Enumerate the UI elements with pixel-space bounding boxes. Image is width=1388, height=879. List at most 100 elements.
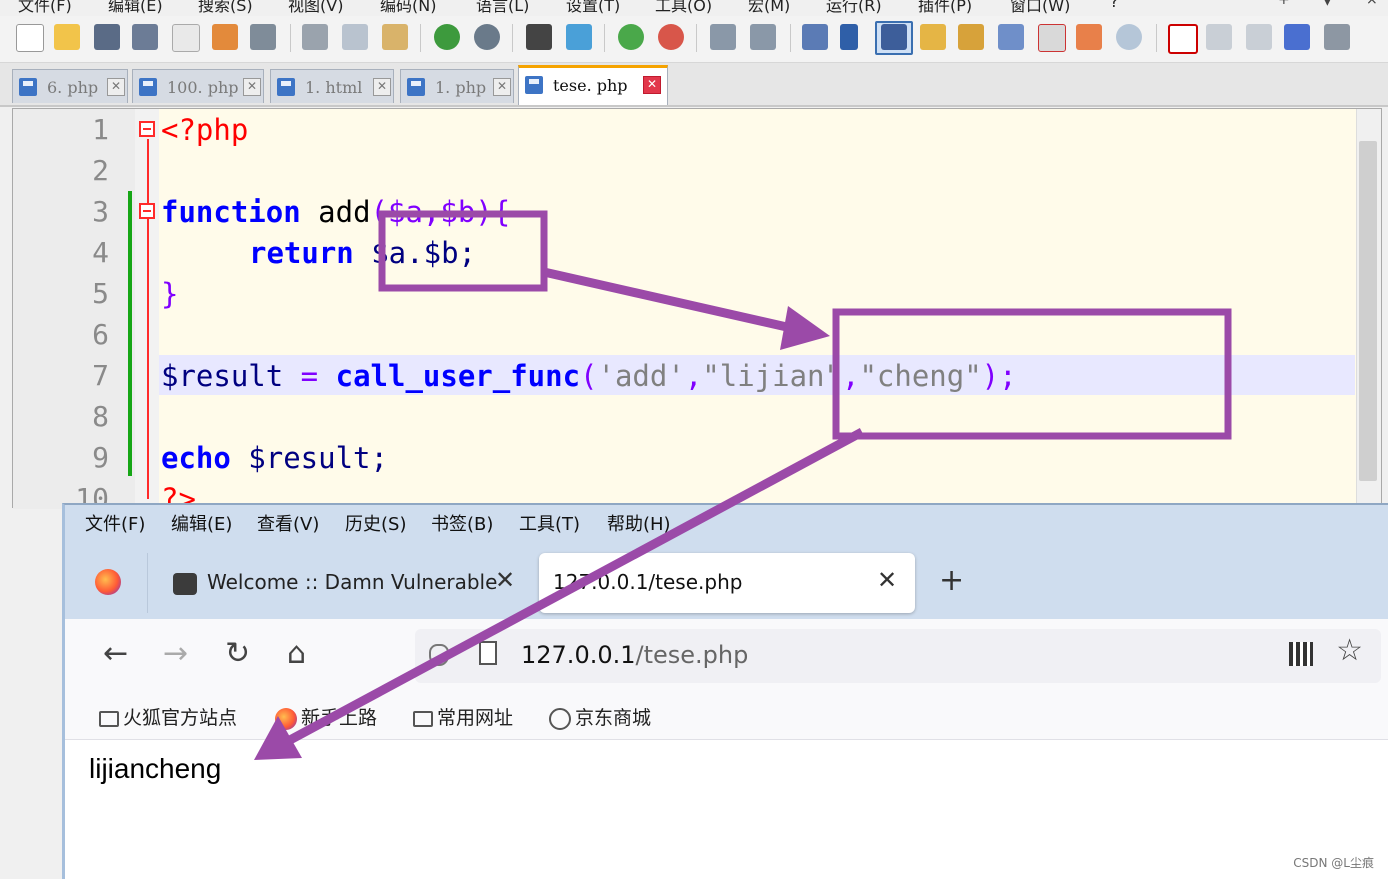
npp-menu-encoding[interactable]: 编码(N) bbox=[380, 0, 436, 16]
fold-collapse-icon[interactable] bbox=[139, 121, 155, 137]
forward-icon[interactable]: → bbox=[163, 639, 188, 669]
code-editor[interactable]: 1 2 3 4 5 6 7 8 9 10 <?php function add(… bbox=[12, 108, 1382, 516]
shield-icon[interactable] bbox=[429, 644, 449, 666]
close-tab-icon[interactable]: ✕ bbox=[243, 78, 261, 96]
ff-menu-edit[interactable]: 编辑(E) bbox=[171, 510, 232, 536]
close-tab-icon[interactable]: ✕ bbox=[373, 78, 391, 96]
sync-vertical-icon[interactable] bbox=[710, 24, 736, 50]
folder-icon[interactable] bbox=[1076, 24, 1102, 50]
file-tab-label: 1. html bbox=[305, 78, 363, 97]
scrollbar-thumb[interactable] bbox=[1359, 141, 1377, 481]
ff-menu-history[interactable]: 历史(S) bbox=[345, 510, 406, 536]
toolbar-separator bbox=[420, 24, 421, 52]
npp-menu-edit[interactable]: 编辑(E) bbox=[108, 0, 163, 16]
bookmark-jd[interactable]: 京东商城 bbox=[549, 703, 651, 730]
npp-menu-help[interactable]: ? bbox=[1110, 0, 1119, 11]
tab-dvwa[interactable]: Welcome :: Damn Vulnerable ✕ bbox=[153, 553, 533, 613]
file-tab-100-php[interactable]: 100. php ✕ bbox=[132, 69, 264, 103]
sync-horizontal-icon[interactable] bbox=[750, 24, 776, 50]
reload-icon[interactable]: ↻ bbox=[225, 639, 250, 669]
record-macro-icon[interactable] bbox=[1168, 24, 1198, 54]
open-file-icon[interactable] bbox=[54, 24, 80, 50]
save-all-icon[interactable] bbox=[132, 24, 158, 50]
udl-icon[interactable] bbox=[920, 24, 946, 50]
bookmark-common-sites[interactable]: 常用网址 bbox=[413, 703, 513, 730]
bookmark-label: 京东商城 bbox=[575, 707, 652, 729]
ff-menu-help[interactable]: 帮助(H) bbox=[607, 510, 671, 536]
npp-menu-plugins[interactable]: 插件(P) bbox=[918, 0, 972, 16]
find-icon[interactable] bbox=[526, 24, 552, 50]
copy-icon[interactable] bbox=[342, 24, 368, 50]
cut-icon[interactable] bbox=[302, 24, 328, 50]
npp-menu-macro[interactable]: 宏(M) bbox=[748, 0, 790, 16]
line-number: 9 bbox=[92, 441, 109, 474]
ff-menu-view[interactable]: 查看(V) bbox=[257, 510, 319, 536]
save-macro-icon[interactable] bbox=[1324, 24, 1350, 50]
qr-code-icon[interactable] bbox=[1289, 642, 1313, 666]
paste-icon[interactable] bbox=[382, 24, 408, 50]
call-user-func: call_user_func bbox=[335, 359, 581, 393]
code-line-5: } bbox=[161, 277, 178, 311]
ff-menu-tools[interactable]: 工具(T) bbox=[519, 510, 580, 536]
new-file-icon[interactable] bbox=[16, 24, 44, 52]
ff-menu-bookmarks[interactable]: 书签(B) bbox=[431, 510, 493, 536]
close-tab-icon[interactable]: ✕ bbox=[107, 78, 125, 96]
npp-new-window-control[interactable]: + bbox=[1278, 0, 1290, 8]
home-icon[interactable]: ⌂ bbox=[287, 639, 306, 669]
tab-tese-php[interactable]: 127.0.0.1/tese.php ✕ bbox=[539, 553, 915, 613]
replace-icon[interactable] bbox=[566, 24, 592, 50]
file-tab-tese-php[interactable]: tese. php ✕ bbox=[518, 65, 668, 105]
folder-workspace-icon[interactable] bbox=[1038, 24, 1066, 52]
show-all-chars-icon[interactable] bbox=[840, 24, 858, 50]
zoom-out-icon[interactable] bbox=[658, 24, 684, 50]
url-path: /tese.php bbox=[635, 641, 749, 669]
back-icon[interactable]: ← bbox=[103, 639, 128, 669]
npp-menu-file[interactable]: 文件(F) bbox=[18, 0, 72, 16]
undo-icon[interactable] bbox=[434, 24, 460, 50]
function-list-icon[interactable] bbox=[998, 24, 1024, 50]
npp-menu-tools[interactable]: 工具(O) bbox=[655, 0, 712, 16]
ff-menu-file[interactable]: 文件(F) bbox=[85, 510, 145, 536]
stop-macro-icon[interactable] bbox=[1206, 24, 1232, 50]
npp-menu-search[interactable]: 搜索(S) bbox=[198, 0, 253, 16]
close-file-icon[interactable] bbox=[172, 24, 200, 52]
redo-icon[interactable] bbox=[474, 24, 500, 50]
save-icon[interactable] bbox=[94, 24, 120, 50]
file-tab-6-php[interactable]: 6. php ✕ bbox=[12, 69, 128, 103]
close-tab-icon[interactable]: ✕ bbox=[493, 78, 511, 96]
npp-menu-run[interactable]: 运行(R) bbox=[826, 0, 882, 16]
indent-guide-icon[interactable] bbox=[881, 24, 907, 50]
tab-close-icon[interactable]: ✕ bbox=[495, 566, 515, 594]
new-tab-button[interactable]: + bbox=[939, 563, 964, 598]
file-tab-1-php[interactable]: 1. php ✕ bbox=[400, 69, 514, 103]
run-macro-multiple-icon[interactable] bbox=[1284, 24, 1310, 50]
bookmark-star-icon[interactable]: ☆ bbox=[1336, 633, 1363, 668]
print-icon[interactable] bbox=[250, 24, 276, 50]
tab-close-icon[interactable]: ✕ bbox=[877, 566, 897, 594]
zoom-in-icon[interactable] bbox=[618, 24, 644, 50]
word-wrap-icon[interactable] bbox=[802, 24, 828, 50]
npp-menu-view[interactable]: 视图(V) bbox=[288, 0, 343, 16]
code-line-9: echo $result; bbox=[161, 441, 388, 475]
close-tab-icon[interactable]: ✕ bbox=[643, 76, 661, 94]
monitoring-eye-icon[interactable] bbox=[1116, 24, 1142, 50]
editor-scrollbar[interactable] bbox=[1356, 109, 1381, 507]
toolbar-separator bbox=[290, 24, 291, 52]
bookmark-getting-started[interactable]: 新手上路 bbox=[275, 703, 377, 730]
npp-menu-settings[interactable]: 设置(T) bbox=[566, 0, 620, 16]
npp-dropdown-control[interactable]: ▼ bbox=[1322, 0, 1333, 8]
page-info-icon[interactable] bbox=[479, 641, 497, 665]
close-all-icon[interactable] bbox=[212, 24, 238, 50]
play-macro-icon[interactable] bbox=[1246, 24, 1272, 50]
npp-close-control[interactable]: × bbox=[1366, 0, 1378, 8]
fold-collapse-icon[interactable] bbox=[139, 203, 155, 219]
bookmark-firefox-official[interactable]: 火狐官方站点 bbox=[99, 703, 237, 730]
file-tab-1-html[interactable]: 1. html ✕ bbox=[270, 69, 394, 103]
firefox-menu-icon[interactable] bbox=[95, 569, 121, 595]
url-text[interactable]: 127.0.0.1/tese.php bbox=[521, 641, 748, 669]
comma: , bbox=[841, 359, 860, 393]
npp-menu-language[interactable]: 语言(L) bbox=[476, 0, 529, 16]
url-bar[interactable]: 127.0.0.1/tese.php ☆ bbox=[415, 629, 1381, 683]
doc-map-icon[interactable] bbox=[958, 24, 984, 50]
npp-menu-window[interactable]: 窗口(W) bbox=[1010, 0, 1070, 16]
